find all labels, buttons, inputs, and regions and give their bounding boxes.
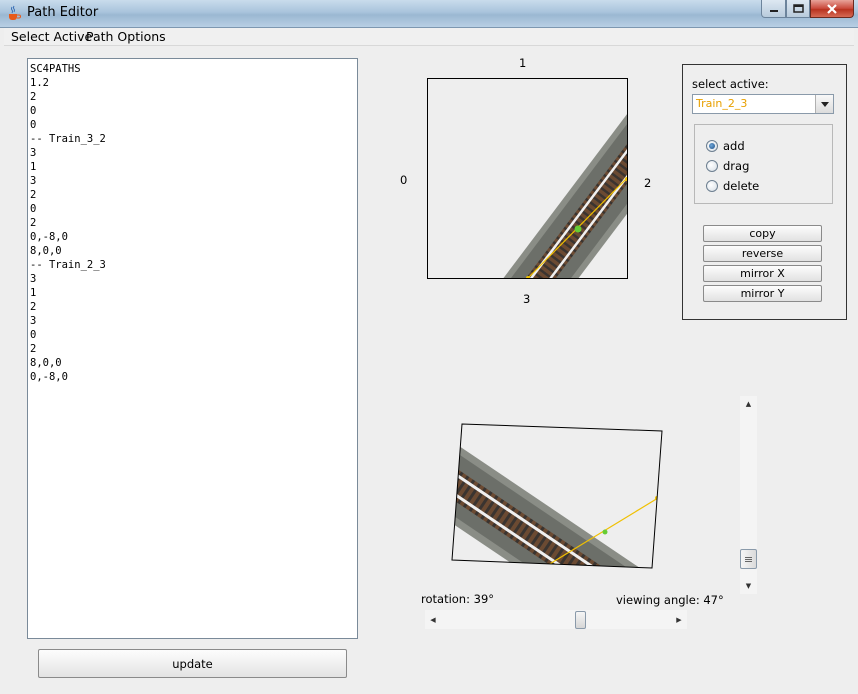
side-label-top: 1 — [519, 56, 527, 70]
grip-icon — [745, 556, 752, 562]
path-node-perspective[interactable] — [602, 529, 608, 535]
radio-label: delete — [723, 179, 760, 193]
viewing-angle-label: viewing angle: 47° — [616, 593, 724, 607]
select-active-value: Train_2_3 — [696, 97, 748, 110]
path-node[interactable] — [574, 225, 582, 233]
close-button[interactable] — [810, 0, 854, 18]
java-cup-icon — [9, 5, 21, 20]
side-label-bottom: 3 — [523, 292, 531, 306]
menu-select-active[interactable]: Select Active — [11, 29, 92, 44]
minimize-button[interactable] — [761, 0, 786, 18]
radio-button[interactable] — [706, 140, 718, 152]
chevron-left-icon: ◀ — [430, 615, 436, 624]
close-icon — [827, 3, 837, 14]
scroll-left-button[interactable]: ◀ — [425, 610, 441, 629]
perspective-view-canvas[interactable] — [448, 420, 670, 572]
path-text-area[interactable]: SC4PATHS 1.2 2 0 0 -- Train_3_2 3 1 3 2 … — [27, 58, 358, 639]
chevron-down-icon: ▼ — [745, 582, 752, 590]
radio-label: drag — [723, 159, 750, 173]
radio-add[interactable]: add — [706, 139, 745, 153]
chevron-right-icon: ▶ — [676, 615, 682, 624]
side-label-right: 2 — [644, 176, 652, 190]
window-title: Path Editor — [27, 5, 99, 20]
mode-radio-group: add drag delete — [694, 124, 833, 204]
scroll-thumb[interactable] — [575, 611, 586, 629]
maximize-button[interactable] — [786, 0, 810, 18]
viewing-angle-scrollbar[interactable]: ▲ ▼ — [740, 396, 757, 594]
track-segment — [428, 79, 627, 278]
rotation-label: rotation: 39° — [421, 592, 495, 606]
radio-drag[interactable]: drag — [706, 159, 749, 173]
update-button[interactable]: update — [38, 649, 347, 678]
maximize-icon — [792, 4, 804, 13]
chevron-up-icon: ▲ — [745, 400, 752, 408]
radio-label: add — [723, 139, 745, 153]
top-view-canvas[interactable] — [427, 78, 628, 279]
side-label-left: 0 — [400, 173, 408, 187]
chevron-down-icon — [820, 101, 829, 107]
radio-button[interactable] — [706, 180, 718, 192]
reverse-button[interactable]: reverse — [703, 245, 822, 262]
mirror-x-button[interactable]: mirror X — [703, 265, 822, 282]
minimize-icon — [769, 9, 778, 12]
menu-path-options[interactable]: Path Options — [86, 29, 166, 44]
scroll-thumb[interactable] — [740, 549, 757, 569]
rotation-scrollbar[interactable]: ◀ ▶ — [425, 610, 687, 629]
control-panel: select active: Train_2_3 add drag delete… — [682, 64, 847, 320]
title-bar: Path Editor — [0, 0, 858, 28]
radio-button[interactable] — [706, 160, 718, 172]
select-active-label: select active: — [692, 77, 769, 91]
copy-button[interactable]: copy — [703, 225, 822, 242]
select-active-dropdown[interactable]: Train_2_3 — [692, 94, 834, 114]
scroll-down-button[interactable]: ▼ — [740, 578, 757, 594]
scroll-up-button[interactable]: ▲ — [740, 396, 757, 412]
menu-bar: Select Active Path Options — [4, 28, 854, 46]
radio-delete[interactable]: delete — [706, 179, 759, 193]
dropdown-arrow-button[interactable] — [815, 95, 833, 113]
scroll-right-button[interactable]: ▶ — [671, 610, 687, 629]
mirror-y-button[interactable]: mirror Y — [703, 285, 822, 302]
